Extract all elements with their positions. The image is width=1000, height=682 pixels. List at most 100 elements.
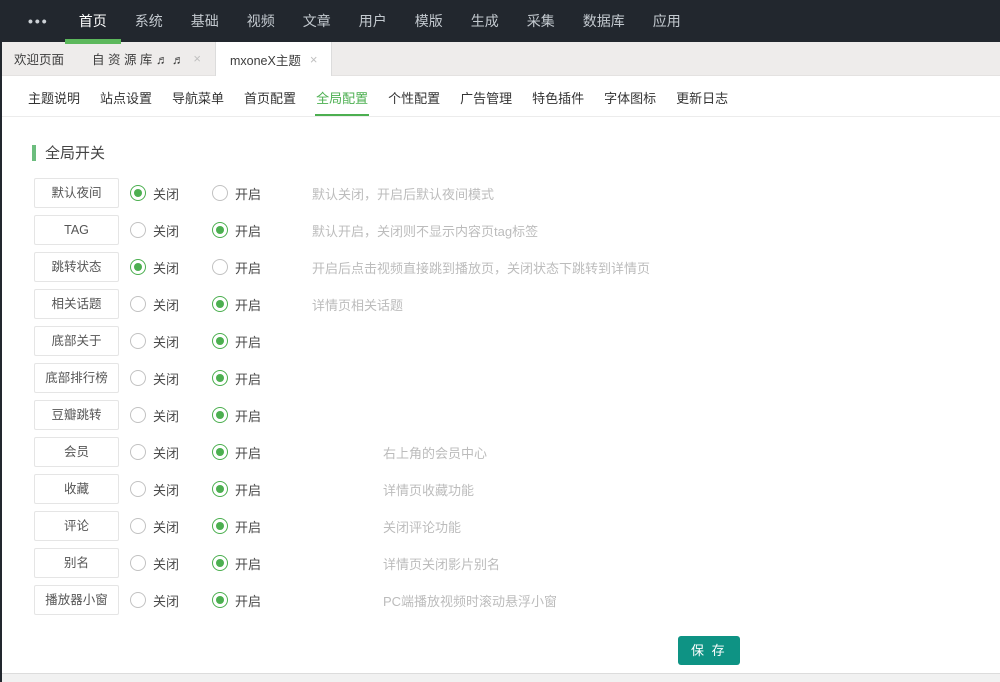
radio-off-icon[interactable] <box>130 333 146 349</box>
radio-option-off[interactable]: 关闭 <box>130 480 196 499</box>
radio-option-on[interactable]: 开启 <box>212 591 278 610</box>
radio-option-off[interactable]: 关闭 <box>130 591 196 610</box>
radio-on-icon[interactable] <box>212 481 228 497</box>
radio-off-icon[interactable] <box>130 259 146 275</box>
radio-off-icon[interactable] <box>130 592 146 608</box>
switch-row-2: TAG 关闭 开启 默认开启，关闭则不显示内容页tag标签 <box>2 215 1000 245</box>
radio-option-on[interactable]: 开启 <box>212 184 278 203</box>
theme-tab-10[interactable]: 更新日志 <box>675 84 729 116</box>
switch-label-box: TAG <box>34 215 119 245</box>
switch-label-box: 默认夜间 <box>34 178 119 208</box>
horizontal-scrollbar-track[interactable] <box>0 673 1000 682</box>
switch-description: 默认关闭，开启后默认夜间模式 <box>312 184 494 203</box>
radio-on-icon[interactable] <box>212 296 228 312</box>
radio-option-on[interactable]: 开启 <box>212 406 278 425</box>
radio-option-on[interactable]: 开启 <box>212 221 278 240</box>
theme-tab-2[interactable]: 站点设置 <box>99 84 153 116</box>
radio-off-icon[interactable] <box>130 518 146 534</box>
radio-option-on[interactable]: 开启 <box>212 443 278 462</box>
switch-label-box: 会员 <box>34 437 119 467</box>
radio-option-off[interactable]: 关闭 <box>130 369 196 388</box>
switch-row-5: 底部关于 关闭 开启 <box>2 326 1000 356</box>
theme-tab-7[interactable]: 广告管理 <box>459 84 513 116</box>
switch-description: 右上角的会员中心 <box>383 443 487 462</box>
radio-off-icon[interactable] <box>130 481 146 497</box>
topnav-items: 首页 系统 基础 视频 文章 用户 模版 生成 采集 数据库 应用 <box>65 0 695 42</box>
radio-on-icon[interactable] <box>212 333 228 349</box>
radio-on-icon[interactable] <box>212 222 228 238</box>
switch-label-box: 底部关于 <box>34 326 119 356</box>
radio-off-icon[interactable] <box>130 407 146 423</box>
switch-row-4: 相关话题 关闭 开启 详情页相关话题 <box>2 289 1000 319</box>
radio-on-icon[interactable] <box>212 185 228 201</box>
radio-option-on[interactable]: 开启 <box>212 295 278 314</box>
active-nav-underline <box>65 39 121 44</box>
section-accent-bar <box>32 145 36 161</box>
radio-on-icon[interactable] <box>212 518 228 534</box>
radio-option-on[interactable]: 开启 <box>212 332 278 351</box>
tab-close-icon[interactable]: × <box>193 52 201 65</box>
switch-label-box: 底部排行榜 <box>34 363 119 393</box>
theme-tab-6[interactable]: 个性配置 <box>387 84 441 116</box>
window-tab-3[interactable]: mxoneX主题 × <box>215 42 332 76</box>
theme-tab-9[interactable]: 字体图标 <box>603 84 657 116</box>
theme-tab-1[interactable]: 主题说明 <box>27 84 81 116</box>
radio-off-icon[interactable] <box>130 555 146 571</box>
radio-option-off[interactable]: 关闭 <box>130 332 196 351</box>
window-tab-1[interactable]: 欢迎页面 <box>0 42 78 75</box>
theme-tab-3[interactable]: 导航菜单 <box>171 84 225 116</box>
topnav-item-3[interactable]: 基础 <box>187 0 223 42</box>
radio-option-off[interactable]: 关闭 <box>130 443 196 462</box>
radio-option-on[interactable]: 开启 <box>212 480 278 499</box>
window-tab-2[interactable]: 自 资 源 库 ♬ ♬ × <box>78 42 215 75</box>
section-header: 全局开关 <box>32 142 1000 163</box>
topnav-item-9[interactable]: 采集 <box>523 0 559 42</box>
radio-option-off[interactable]: 关闭 <box>130 295 196 314</box>
switch-label-box: 评论 <box>34 511 119 541</box>
radio-off-icon[interactable] <box>130 444 146 460</box>
radio-off-icon[interactable] <box>130 296 146 312</box>
radio-option-on[interactable]: 开启 <box>212 258 278 277</box>
radio-option-off[interactable]: 关闭 <box>130 406 196 425</box>
more-menu-icon[interactable]: ••• <box>28 13 49 29</box>
radio-off-icon[interactable] <box>130 185 146 201</box>
theme-tab-8[interactable]: 特色插件 <box>531 84 585 116</box>
switch-description: 开启后点击视频直接跳到播放页，关闭状态下跳转到详情页 <box>312 258 650 277</box>
radio-option-off[interactable]: 关闭 <box>130 517 196 536</box>
radio-off-icon[interactable] <box>130 222 146 238</box>
topnav-item-2[interactable]: 系统 <box>131 0 167 42</box>
radio-on-icon[interactable] <box>212 259 228 275</box>
top-navbar: ••• 首页 系统 基础 视频 文章 用户 模版 生成 采集 数据库 <box>0 0 1000 42</box>
topnav-item-4[interactable]: 视频 <box>243 0 279 42</box>
save-button[interactable]: 保 存 <box>678 636 740 665</box>
radio-on-icon[interactable] <box>212 407 228 423</box>
topnav-item-1[interactable]: 首页 <box>75 0 111 42</box>
switch-label-box: 跳转状态 <box>34 252 119 282</box>
radio-off-icon[interactable] <box>130 370 146 386</box>
radio-option-on[interactable]: 开启 <box>212 554 278 573</box>
topnav-item-5[interactable]: 文章 <box>299 0 335 42</box>
topnav-item-8[interactable]: 生成 <box>467 0 503 42</box>
theme-tab-4[interactable]: 首页配置 <box>243 84 297 116</box>
radio-option-off[interactable]: 关闭 <box>130 258 196 277</box>
topnav-item-6[interactable]: 用户 <box>355 0 391 42</box>
radio-on-icon[interactable] <box>212 370 228 386</box>
radio-on-icon[interactable] <box>212 444 228 460</box>
radio-on-icon[interactable] <box>212 555 228 571</box>
radio-option-off[interactable]: 关闭 <box>130 184 196 203</box>
theme-tab-5[interactable]: 全局配置 <box>315 84 369 116</box>
switch-row-6: 底部排行榜 关闭 开启 <box>2 363 1000 393</box>
radio-option-on[interactable]: 开启 <box>212 517 278 536</box>
tab-close-icon[interactable]: × <box>310 53 318 66</box>
switch-row-3: 跳转状态 关闭 开启 开启后点击视频直接跳到播放页，关闭状态下跳转到详情页 <box>2 252 1000 282</box>
switch-row-1: 默认夜间 关闭 开启 默认关闭，开启后默认夜间模式 <box>2 178 1000 208</box>
topnav-item-10[interactable]: 数据库 <box>579 0 629 42</box>
topnav-item-7[interactable]: 模版 <box>411 0 447 42</box>
radio-option-off[interactable]: 关闭 <box>130 221 196 240</box>
switch-row-7: 豆瓣跳转 关闭 开启 <box>2 400 1000 430</box>
main-content: 主题说明 站点设置 导航菜单 首页配置 全局配置 个性配置 广告管理 特色插件 … <box>0 84 1000 665</box>
radio-option-on[interactable]: 开启 <box>212 369 278 388</box>
radio-option-off[interactable]: 关闭 <box>130 554 196 573</box>
topnav-item-11[interactable]: 应用 <box>649 0 685 42</box>
radio-on-icon[interactable] <box>212 592 228 608</box>
